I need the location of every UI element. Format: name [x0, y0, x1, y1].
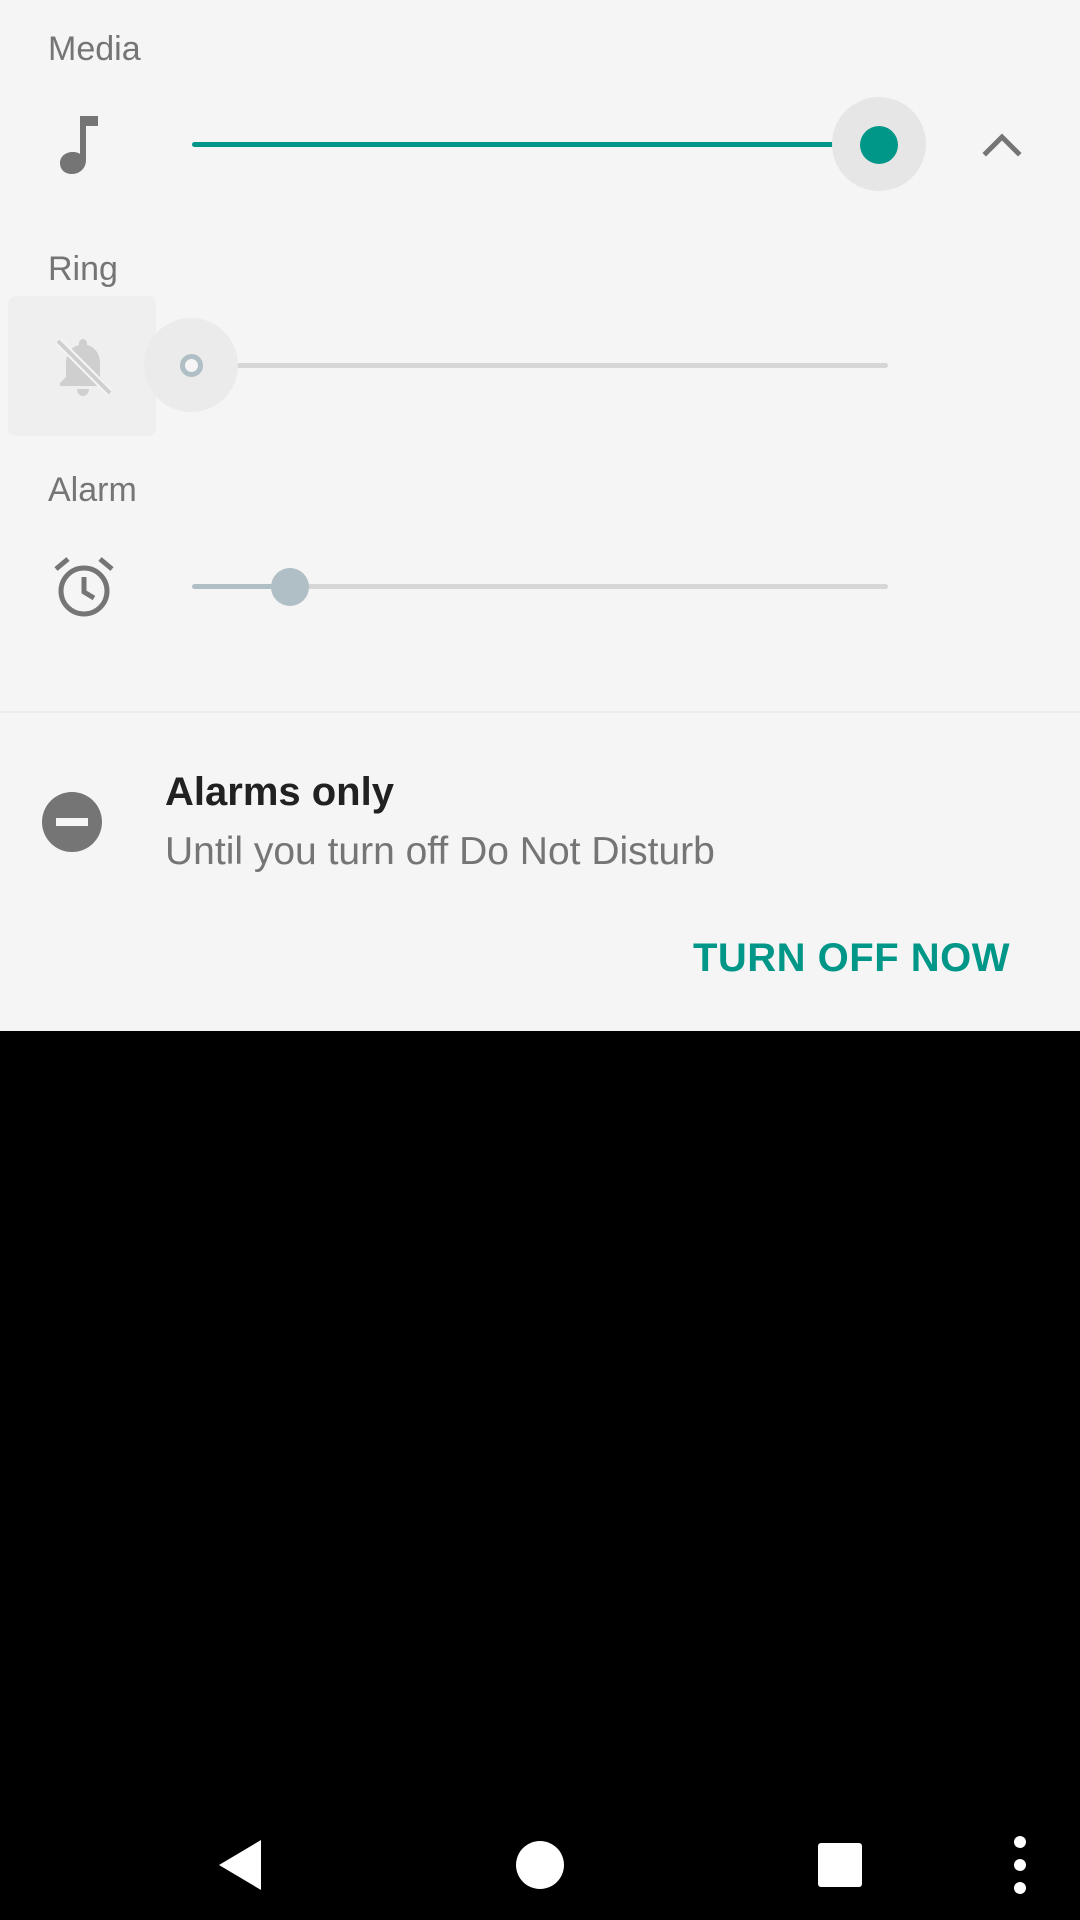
alarm-slider-thumb[interactable]	[271, 568, 309, 606]
chevron-up-icon[interactable]	[966, 112, 1038, 176]
alarm-slider-track[interactable]	[288, 584, 888, 589]
ring-slider-track[interactable]	[210, 363, 888, 368]
overflow-menu-icon[interactable]	[1000, 1820, 1040, 1910]
music-note-icon[interactable]	[48, 108, 120, 180]
ring-slider-thumb[interactable]	[180, 354, 203, 377]
back-icon[interactable]	[200, 1820, 280, 1910]
do-not-disturb-icon	[41, 791, 103, 853]
ring-label: Ring	[48, 250, 118, 288]
media-label: Media	[48, 30, 141, 68]
volume-panel: Media Ring Alarm Alarms only Until you t…	[0, 0, 1080, 1031]
alarm-clock-icon[interactable]	[48, 551, 120, 623]
alarm-label: Alarm	[48, 471, 137, 509]
dnd-title: Alarms only	[165, 770, 394, 814]
dnd-subtitle: Until you turn off Do Not Disturb	[165, 830, 715, 873]
media-slider-track[interactable]	[192, 142, 879, 147]
turn-off-now-button[interactable]: TURN OFF NOW	[693, 936, 1010, 981]
volume-sliders: Media Ring Alarm	[0, 0, 1080, 711]
navigation-bar	[0, 1800, 1080, 1920]
media-slider-thumb[interactable]	[860, 126, 898, 164]
divider	[0, 711, 1080, 713]
recents-icon[interactable]	[800, 1820, 880, 1910]
home-icon[interactable]	[500, 1820, 580, 1910]
bell-off-icon[interactable]	[47, 330, 119, 402]
